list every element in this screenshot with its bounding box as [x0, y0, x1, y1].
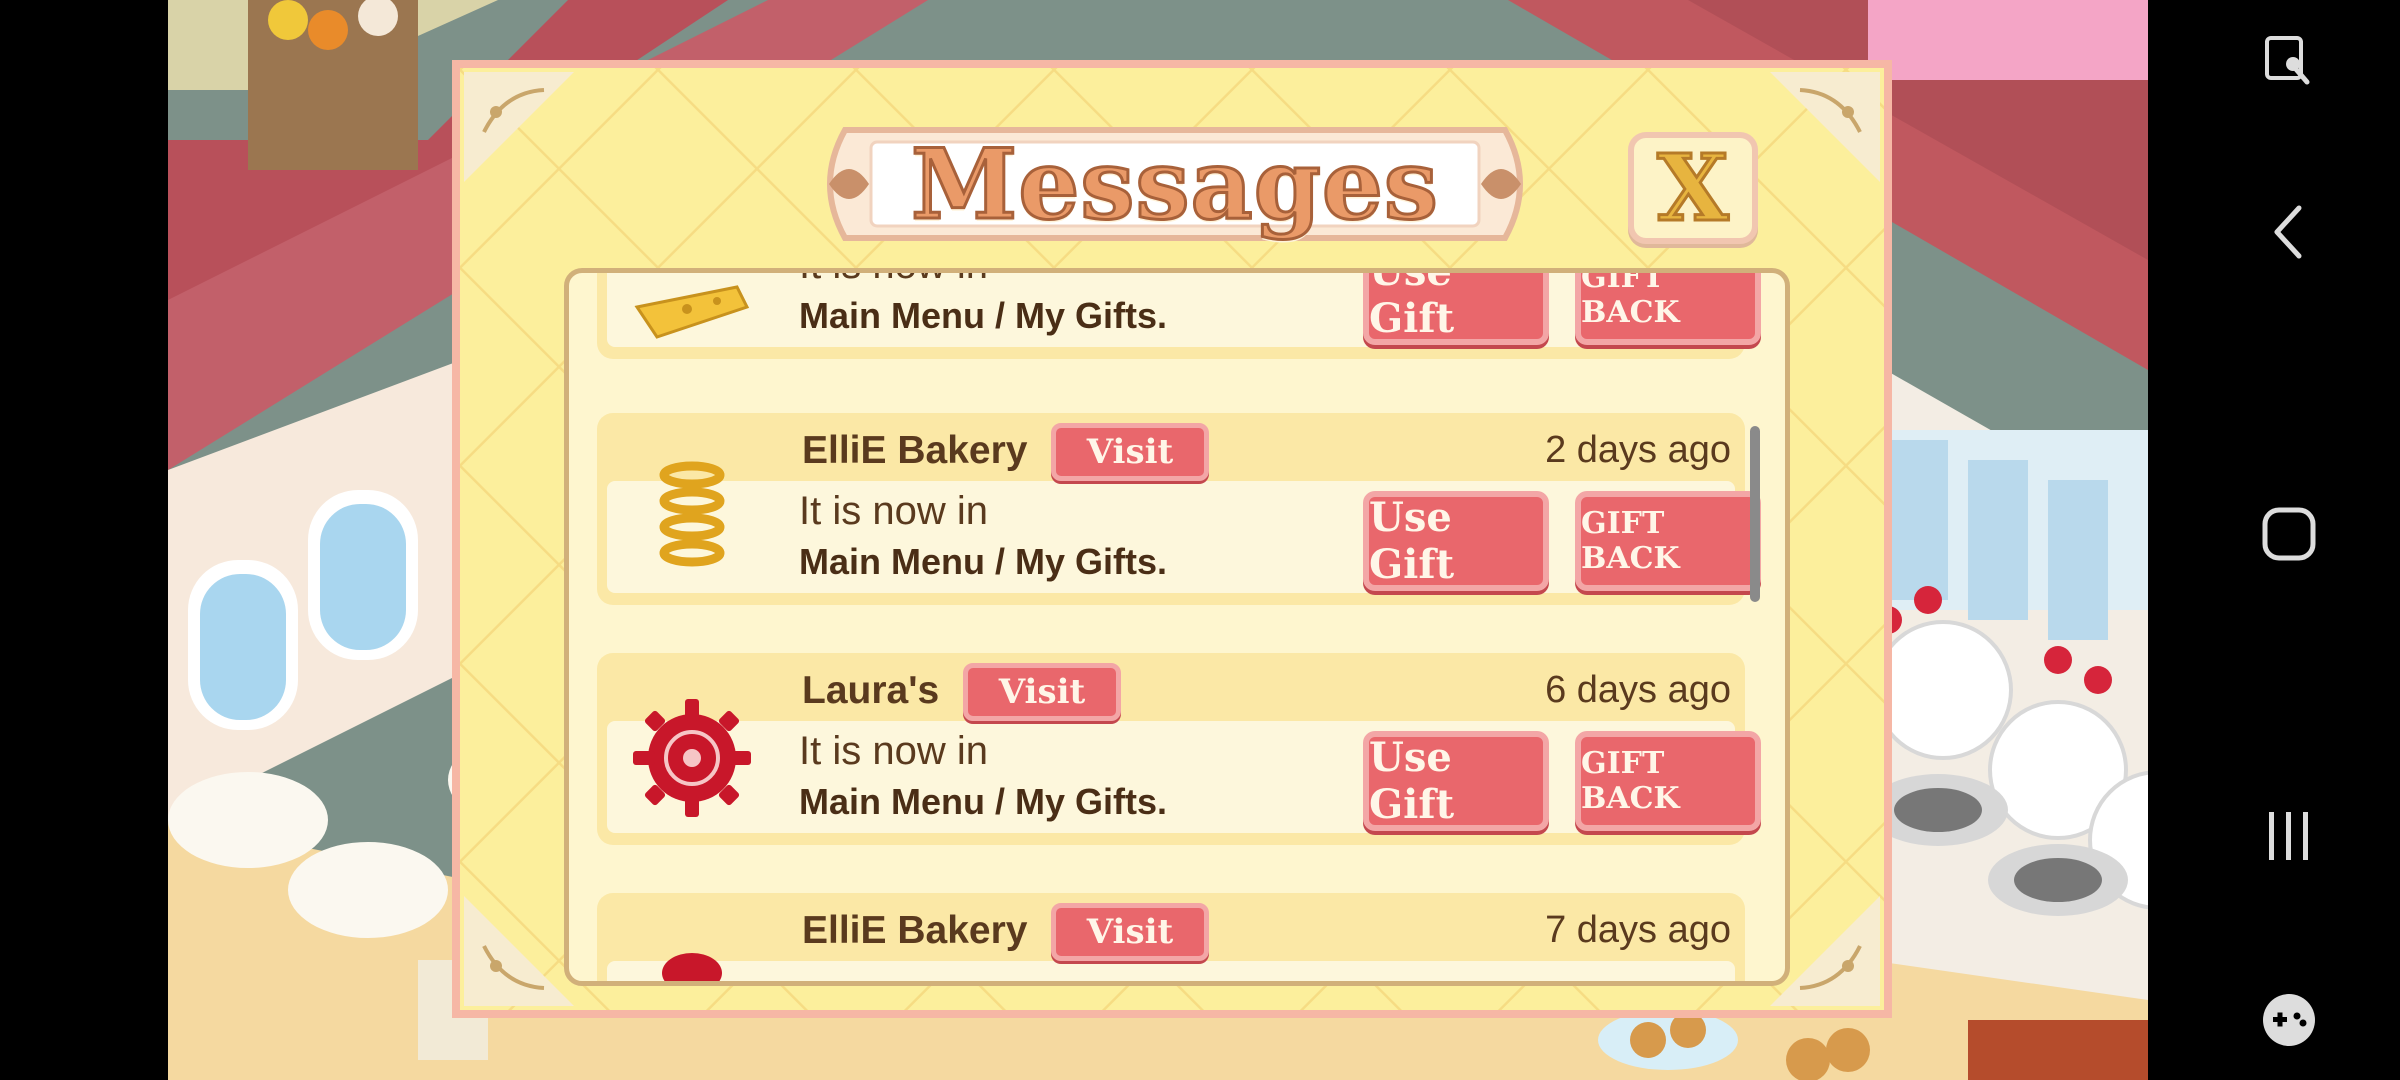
message-location: Main Menu / My Gifts. — [799, 541, 1168, 582]
screenshot-edit-icon — [2265, 36, 2310, 85]
back-button[interactable] — [2178, 172, 2400, 292]
gift-back-button[interactable]: GIFT BACK — [1575, 491, 1761, 591]
message-location: Main Menu / My Gifts. — [799, 781, 1168, 822]
use-gift-button[interactable]: Use Gift — [1363, 491, 1549, 591]
close-icon: X — [1656, 134, 1730, 242]
close-button[interactable]: X — [1628, 132, 1758, 244]
system-navigation-bar — [2178, 0, 2400, 1080]
recents-button[interactable] — [2178, 776, 2400, 896]
cheese-icon — [634, 285, 750, 339]
gift-back-button[interactable]: GIFT BACK — [1575, 273, 1761, 345]
message-time: 2 days ago — [1545, 429, 1731, 471]
message-body — [607, 481, 1735, 593]
back-icon — [2274, 205, 2302, 259]
message-item: ElliE Bakery Visit 2 days ago It is now … — [597, 413, 1761, 605]
message-text: It is now in — [799, 489, 988, 533]
message-text: It is now in — [799, 273, 988, 288]
message-location: Main Menu / My Gifts. — [799, 295, 1168, 336]
corner-ornament-icon — [464, 72, 574, 182]
visit-button[interactable]: Visit — [1051, 903, 1209, 961]
list-scrollbar[interactable] — [1750, 426, 1760, 602]
title-plaque: Messages — [815, 120, 1535, 248]
messages-dialog: Messages X It is now in Main Menu / My G… — [452, 60, 1892, 1018]
sender-name: Laura's — [802, 669, 940, 712]
message-body — [607, 961, 1735, 981]
sender-name: ElliE Bakery — [802, 429, 1028, 472]
sender-name: ElliE Bakery — [802, 909, 1028, 952]
use-gift-button[interactable]: Use Gift — [1363, 273, 1549, 345]
red-gear-icon — [633, 699, 751, 817]
message-text: It is now in — [799, 729, 988, 773]
recents-icon — [2269, 812, 2308, 860]
visit-button[interactable]: Visit — [963, 663, 1121, 721]
red-item-icon — [662, 953, 722, 981]
message-body — [607, 721, 1735, 833]
corner-ornament-icon — [1770, 72, 1880, 182]
message-item: ElliE Bakery Visit 7 days ago — [597, 893, 1745, 981]
message-item: It is now in Main Menu / My Gifts. Use G… — [597, 273, 1761, 359]
message-time: 7 days ago — [1545, 909, 1731, 951]
message-time: 6 days ago — [1545, 669, 1731, 711]
dialog-title: Messages — [910, 126, 1440, 242]
visit-button[interactable]: Visit — [1051, 423, 1209, 481]
message-item: Laura's Visit 6 days ago It is now in Ma… — [597, 653, 1761, 845]
spring-icon — [659, 461, 725, 567]
gift-back-button[interactable]: GIFT BACK — [1575, 731, 1761, 831]
home-icon — [2262, 507, 2316, 561]
messages-list[interactable]: It is now in Main Menu / My Gifts. Use G… — [564, 268, 1790, 986]
game-controller-button[interactable] — [2178, 960, 2400, 1080]
screenshot-edit-button[interactable] — [2178, 0, 2400, 120]
corner-ornament-icon — [464, 896, 574, 1006]
message-body — [607, 273, 1735, 347]
home-button[interactable] — [2178, 474, 2400, 594]
game-controller-icon — [2263, 994, 2315, 1046]
use-gift-button[interactable]: Use Gift — [1363, 731, 1549, 831]
